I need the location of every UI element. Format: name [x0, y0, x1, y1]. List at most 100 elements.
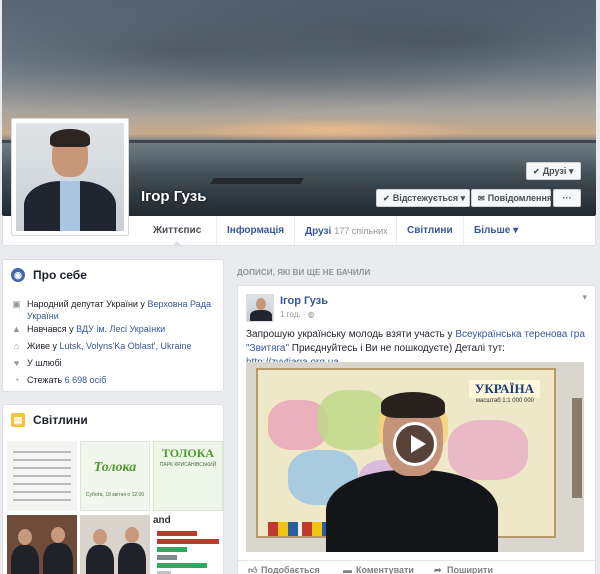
briefcase-icon: ▣ — [12, 299, 21, 309]
photo-thumbnail[interactable] — [80, 515, 150, 574]
friends-button[interactable]: ✔ Друзі ▾ — [526, 162, 581, 180]
like-button[interactable]: 👍︎ Подобається — [248, 565, 320, 574]
follow-button[interactable]: ✔ Відстежується ▾ — [376, 189, 470, 207]
thumb-chart-bar — [157, 563, 207, 568]
cover-clouds — [2, 0, 596, 130]
intro-education: ▲ Навчався у ВДУ ім. Лесі Українки — [11, 323, 219, 335]
feed-post: Ігор Гузь 1 год. · ◍ ▾ Запрошую українсь… — [237, 285, 596, 574]
tab-friends-label: Друзі — [305, 226, 332, 237]
profile-photo — [16, 123, 124, 231]
message-icon: ✉ — [478, 194, 485, 203]
avatar-body — [250, 310, 272, 321]
intro-work: ▣ Народний депутат України у Верховна Ра… — [11, 298, 219, 322]
intro-education-link[interactable]: ВДУ ім. Лесі Українки — [76, 324, 165, 334]
comment-icon: ▬ — [343, 565, 352, 574]
chevron-down-icon: ▾ — [460, 193, 466, 203]
doc-line — [13, 459, 71, 461]
doc-line — [13, 451, 71, 453]
cover-sunset-glow — [182, 118, 482, 142]
thumb-chart-word: and — [153, 515, 171, 526]
play-icon[interactable] — [393, 422, 437, 466]
follow-button-label: Відстежується — [392, 193, 459, 203]
chevron-down-icon: ▾ — [568, 166, 574, 176]
mutual-friends-count: 177 спільних — [334, 226, 388, 236]
photos-icon: ▤ — [11, 413, 25, 427]
profile-picture[interactable] — [11, 118, 129, 236]
comment-button-label: Коментувати — [356, 565, 414, 574]
thumb-chart-bar — [157, 531, 197, 536]
post-text-part: Запрошую українську молодь взяти участь … — [246, 329, 456, 340]
thumb-person-head — [51, 527, 65, 543]
video-map-title: УКРАЇНА — [468, 380, 540, 398]
chevron-down-icon: ▾ — [513, 225, 519, 236]
post-author-avatar[interactable] — [246, 294, 274, 322]
share-button[interactable]: ➦ Поширити — [434, 565, 493, 574]
map-region — [448, 420, 528, 480]
intro-relationship-text: У шлюбі — [27, 358, 62, 368]
intro-lives-link[interactable]: Lutsk, Volyns'Ka Oblast', Ukraine — [60, 341, 192, 351]
profile-name[interactable]: Ігор Гузь — [141, 188, 206, 205]
message-button-label: Повідомлення — [487, 193, 553, 203]
doc-line — [13, 475, 71, 477]
video-speaker-body — [326, 470, 498, 552]
intro-relationship: ♥ У шлюбі — [11, 357, 219, 369]
tab-about[interactable]: Інформація — [216, 216, 294, 245]
tab-timeline[interactable]: Життєпис — [143, 216, 211, 246]
thumb-person-head — [93, 529, 107, 545]
photo-thumbnail[interactable]: and — [153, 515, 223, 574]
doc-line — [13, 491, 71, 493]
thumb-poster-subtitle: ПАРК КРИСАНІВСЬКИЙ — [159, 462, 217, 468]
video-wall-frame — [572, 398, 582, 498]
post-timestamp[interactable]: 1 год. — [280, 310, 301, 319]
thumb-chart-bar — [157, 547, 187, 552]
share-button-label: Поширити — [447, 565, 493, 574]
tab-about-label: Інформація — [227, 225, 285, 236]
photo-thumbnail[interactable] — [7, 515, 77, 574]
intro-followers-link[interactable]: 6 698 осіб — [65, 375, 107, 385]
graduation-cap-icon: ▲ — [12, 324, 21, 334]
more-options-label: ··· — [562, 193, 572, 203]
globe-icon: ◍ — [307, 310, 315, 319]
photo-thumbnail[interactable]: Толока Субота, 18 квітня о 12:00 — [80, 441, 150, 511]
globe-icon: ◉ — [11, 268, 25, 282]
intro-work-prefix: Народний депутат України у — [27, 299, 148, 309]
doc-line — [13, 483, 71, 485]
intro-lives: ⌂ Живе у Lutsk, Volyns'Ka Oblast', Ukrai… — [11, 340, 219, 352]
post-options-chevron-icon[interactable]: ▾ — [582, 292, 587, 303]
more-options-button[interactable]: ··· — [553, 189, 581, 207]
thumb-person — [11, 545, 39, 574]
intro-lives-prefix: Живе у — [27, 341, 60, 351]
post-author-name[interactable]: Ігор Гузь — [280, 295, 328, 307]
checkmark-icon: ✔ — [383, 194, 390, 203]
message-button[interactable]: ✉ Повідомлення — [471, 189, 553, 207]
thumb-person — [86, 545, 114, 574]
like-button-label: Подобається — [261, 565, 320, 574]
intro-card-header: ◉ Про себе — [3, 260, 223, 290]
thumb-chart-bar — [157, 555, 177, 560]
intro-card: ◉ Про себе ▣ Народний депутат України у … — [2, 259, 224, 392]
intro-education-prefix: Навчався у — [27, 324, 77, 334]
photo-thumbnail[interactable]: ТОЛОКА ПАРК КРИСАНІВСЬКИЙ — [153, 441, 223, 511]
doc-line — [13, 499, 71, 501]
tab-friends[interactable]: Друзі 177 спільних — [294, 216, 398, 245]
intro-followers-prefix: Стежать — [27, 375, 65, 385]
post-video[interactable]: УКРАЇНА масштаб 1:1 000 000 — [246, 362, 584, 552]
photos-card-title[interactable]: Світлини — [33, 413, 88, 427]
thumb-person-head — [18, 529, 32, 545]
checkmark-icon: ✔ — [533, 167, 540, 176]
tab-photos[interactable]: Світлини — [396, 216, 463, 245]
thumb-person — [118, 543, 146, 574]
tab-photos-label: Світлини — [407, 225, 453, 236]
heart-icon: ♥ — [13, 358, 20, 368]
comment-button[interactable]: ▬ Коментувати — [343, 565, 414, 574]
feed-section-label: ДОПИСИ, ЯКІ ВИ ЩЕ НЕ БАЧИЛИ — [237, 268, 371, 277]
thumb-poster-subtitle: Субота, 18 квітня о 12:00 — [85, 492, 145, 498]
photos-card: ▤ Світлини Толока Субота, 18 квітня о 12… — [2, 404, 224, 574]
avatar-head — [256, 298, 266, 310]
tab-more[interactable]: Більше ▾ — [463, 216, 528, 245]
post-actions: 👍︎ Подобається ▬ Коментувати ➦ Поширити — [238, 560, 595, 574]
thumb-person-head — [125, 527, 139, 543]
thumb-chart-bar — [157, 539, 219, 544]
intro-card-title: Про себе — [33, 268, 87, 282]
photo-thumbnail[interactable] — [7, 441, 77, 511]
